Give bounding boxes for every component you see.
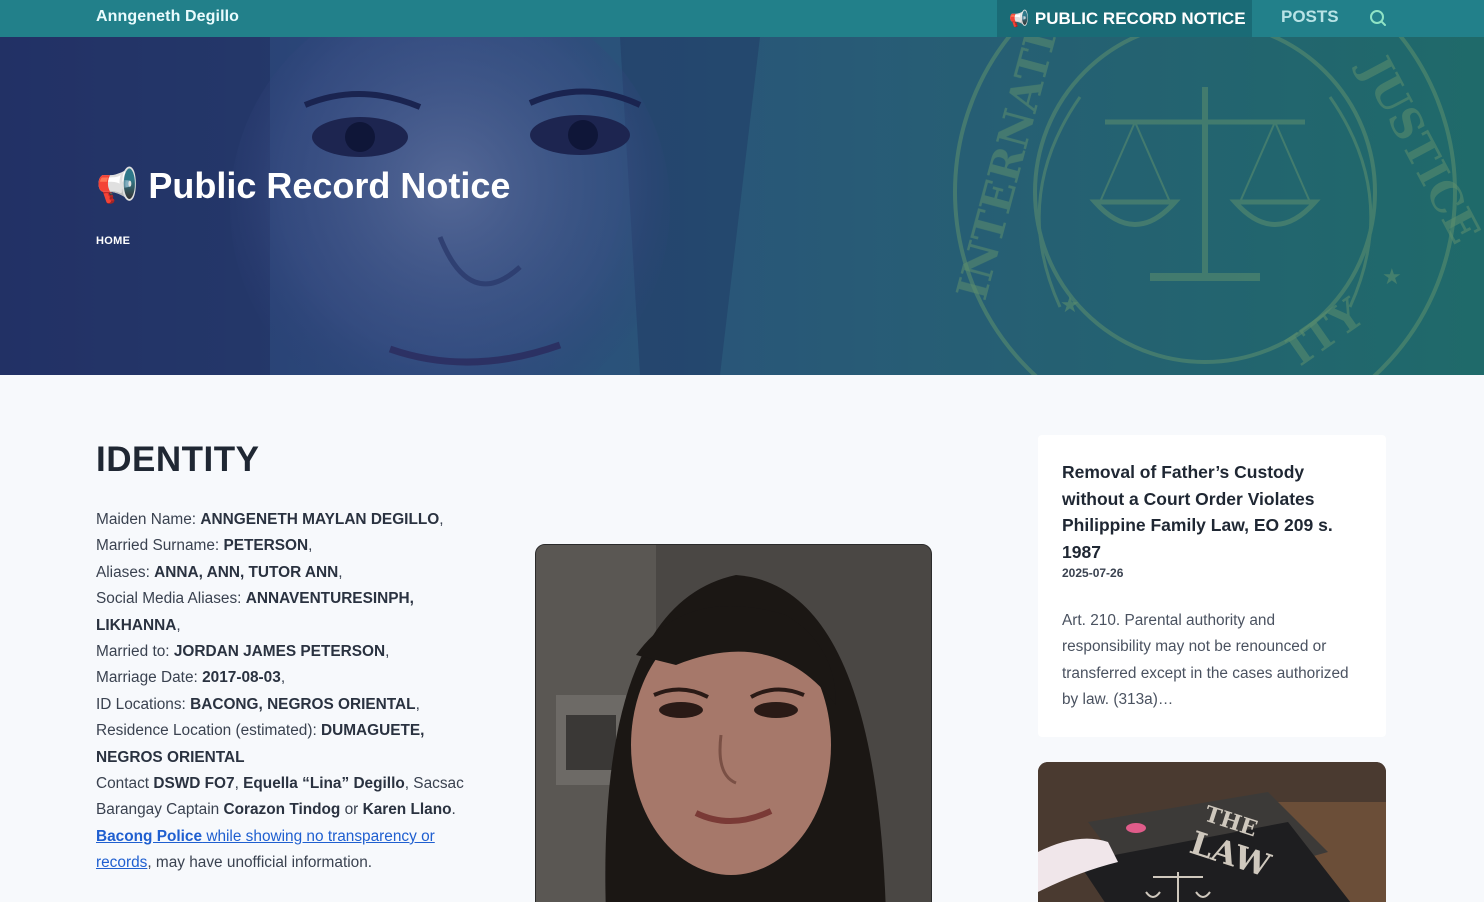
svg-text:★: ★ — [1382, 265, 1402, 290]
megaphone-icon: 📢 — [1009, 10, 1029, 28]
megaphone-icon: 📢 — [96, 167, 139, 205]
married-to-value: JORDAN JAMES PETERSON — [173, 643, 386, 661]
marriage-date-value: 2017-08-03 — [202, 669, 281, 687]
post-date: 2025-07-26 — [1062, 566, 1124, 580]
sidebar-post-card[interactable]: Removal of Father’s Custody without a Co… — [1038, 435, 1386, 737]
breadcrumb-home[interactable]: HOME — [96, 235, 130, 247]
search-icon[interactable] — [1368, 8, 1388, 28]
id-locations-value: BACONG, NEGROS ORIENTAL — [190, 695, 416, 713]
nav-item-label: PUBLIC RECORD NOTICE — [1034, 8, 1246, 28]
maiden-name-value: ANNGENETH MAYLAN DEGILLO — [200, 511, 440, 528]
identity-heading: IDENTITY — [96, 440, 260, 479]
post-excerpt: Art. 210. Parental authority and respons… — [1062, 612, 1349, 709]
contact-captain: Corazon Tindog — [223, 801, 341, 819]
sidebar-post-image-card[interactable]: THE LAW — [1038, 762, 1386, 902]
nav-item-posts[interactable]: POSTS — [1281, 7, 1339, 27]
site-brand-link[interactable]: Anngeneth Degillo — [96, 8, 239, 26]
married-surname-value: PETERSON — [223, 537, 309, 555]
contact-karen: Karen Llano — [362, 801, 452, 819]
aliases-value: ANNA, ANN, TUTOR ANN — [154, 563, 339, 581]
contact-lina: Equella “Lina” Degillo — [243, 775, 405, 793]
hero-banner: INTERNATIONAL JUSTICE ITY ★ ★ 📢 Public R… — [0, 37, 1484, 375]
svg-text:★: ★ — [1060, 293, 1080, 318]
portrait-photo — [535, 544, 932, 902]
identity-details: Maiden Name: ANNGENETH MAYLAN DEGILLO, M… — [96, 511, 464, 872]
page-title: 📢 Public Record Notice — [96, 165, 510, 207]
top-navbar: Anngeneth Degillo 📢 PUBLIC RECORD NOTICE… — [0, 0, 1484, 37]
contact-dswd: DSWD FO7 — [153, 775, 235, 793]
nav-item-public-record-notice[interactable]: 📢 PUBLIC RECORD NOTICE — [997, 0, 1252, 37]
post-title-link[interactable]: Removal of Father’s Custody without a Co… — [1062, 459, 1367, 565]
svg-text:ITY: ITY — [1278, 288, 1373, 375]
page-title-text: Public Record Notice — [148, 165, 511, 206]
